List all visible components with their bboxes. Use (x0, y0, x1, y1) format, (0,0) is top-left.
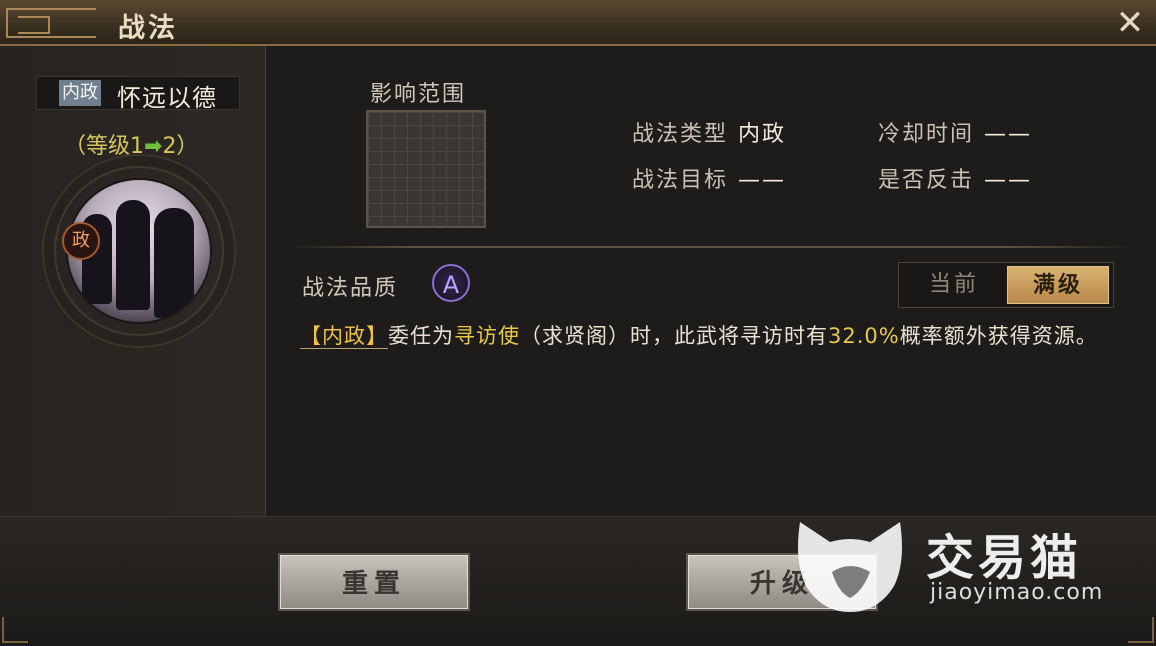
toggle-current-button[interactable]: 当前 (903, 266, 1005, 304)
close-icon[interactable]: ✕ (1112, 6, 1148, 40)
portrait-type-badge: 政 (62, 222, 100, 260)
range-label: 影响范围 (370, 82, 467, 107)
skill-description: 【内政】委任为寻访使（求贤阁）时，此武将寻访时有32.0%概率额外获得资源。 (300, 320, 1120, 352)
info-counter: 是否反击 —— (878, 162, 1032, 194)
counter-label: 是否反击 (878, 168, 975, 193)
level-indicator: （等级1➡2） (64, 128, 198, 160)
toggle-max-button[interactable]: 满级 (1007, 266, 1109, 304)
window-title: 战法 (118, 13, 178, 44)
skill-name-box: 内政 怀远以德 (36, 76, 240, 112)
skill-name: 怀远以德 (117, 84, 217, 112)
skill-detail-panel: 影响范围 战法类型 内政 冷却时间 —— 战法目标 —— 是否反击 —— 战法品质 A … (266, 46, 1156, 516)
figure-silhouette (116, 200, 150, 310)
cooldown-value: —— (984, 122, 1033, 147)
cooldown-label: 冷却时间 (878, 122, 975, 147)
type-value: 内政 (738, 122, 787, 147)
corner-ornament-icon (1128, 617, 1154, 643)
description-tag: 【内政】 (300, 324, 388, 349)
level-arrow-icon: ➡ (144, 134, 163, 159)
type-label: 战法类型 (632, 122, 729, 147)
info-type: 战法类型 内政 (632, 116, 786, 148)
description-text: 概率额外获得资源。 (899, 324, 1098, 348)
counter-value: —— (984, 168, 1033, 193)
watermark-text: 交易猫 (926, 530, 1083, 586)
corner-ornament-icon (2, 617, 28, 643)
description-highlight: 32.0% (828, 324, 900, 348)
title-ornament-icon (6, 8, 96, 38)
watermark: 交易猫 jiaoyimao.com (790, 506, 1130, 616)
quality-grade-icon: A (432, 264, 470, 302)
target-value: —— (738, 168, 787, 193)
section-divider (286, 246, 1136, 248)
target-label: 战法目标 (632, 168, 729, 193)
figure-silhouette (154, 208, 194, 318)
info-target: 战法目标 —— (632, 162, 786, 194)
description-text: 委任为 (388, 324, 454, 348)
watermark-url: jiaoyimao.com (930, 580, 1104, 605)
level-to: 2） (162, 134, 199, 159)
reset-button[interactable]: 重置 (278, 553, 470, 611)
level-toggle: 当前 满级 (898, 262, 1114, 308)
info-cooldown: 冷却时间 —— (878, 116, 1032, 148)
range-grid (366, 110, 486, 228)
quality-label: 战法品质 (302, 276, 399, 301)
description-text: （求贤阁）时，此武将寻访时有 (520, 324, 828, 348)
skill-type-badge: 内政 (59, 80, 101, 106)
description-highlight: 寻访使 (454, 324, 520, 348)
title-bar: 战法 ✕ (0, 0, 1156, 46)
level-from: （等级1 (64, 134, 144, 159)
watermark-cat-icon (798, 522, 902, 612)
